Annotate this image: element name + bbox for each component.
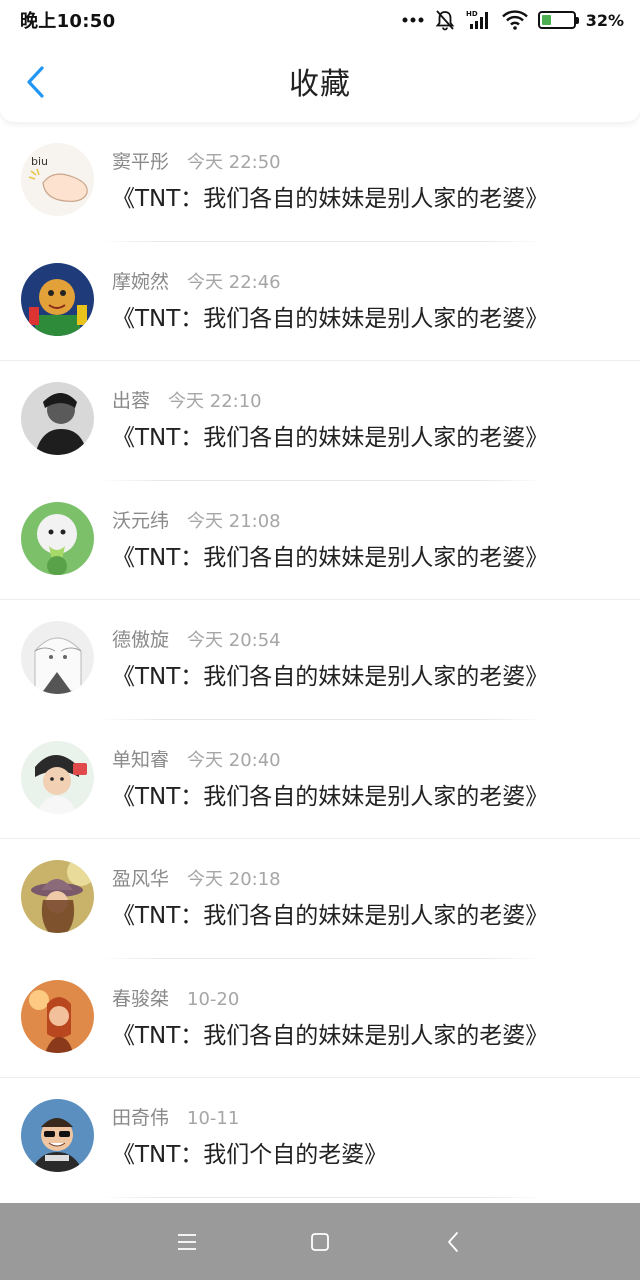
menu-icon — [177, 1233, 196, 1250]
back-nav-button[interactable] — [428, 1217, 478, 1267]
list-item[interactable]: 沃元纬 今天 21:08 《TNT：我们各自的妹妹是别人家的老婆》 — [0, 481, 640, 600]
hd-label: HD — [466, 10, 478, 18]
timestamp: 今天 22:50 — [187, 152, 281, 173]
back-chevron-icon — [448, 1231, 459, 1252]
user-name: 盈风华 — [112, 868, 170, 890]
favorite-title[interactable]: 《TNT：我们各自的妹妹是别人家的老婆》 — [112, 538, 548, 572]
favorite-title[interactable]: 《TNT：我们各自的妹妹是别人家的老婆》 — [112, 299, 548, 333]
list-item[interactable]: 春骏桀 10-20 《TNT：我们各自的妹妹是别人家的老婆》 — [0, 959, 640, 1078]
list-item[interactable]: 田奇伟 10-11 《TNT：我们个自的老婆》 — [0, 1078, 640, 1198]
user-name: 沃元纬 — [112, 509, 170, 532]
home-button[interactable] — [295, 1217, 345, 1267]
item-meta: 单知睿 今天 20:40 — [112, 745, 281, 772]
favorite-title[interactable]: 《TNT：我们各自的妹妹是别人家的老婆》 — [112, 1016, 548, 1050]
item-meta: 盈风华 今天 20:18 — [112, 864, 281, 891]
favorite-title[interactable]: 《TNT：我们各自的妹妹是别人家的老婆》 — [112, 657, 548, 691]
timestamp: 10-20 — [187, 988, 240, 1010]
timestamp: 10-11 — [187, 1108, 240, 1129]
home-square-icon — [311, 1232, 329, 1251]
timestamp: 今天 21:08 — [187, 510, 281, 532]
avatar[interactable] — [21, 740, 94, 814]
item-meta: 沃元纬 今天 21:08 — [112, 506, 281, 533]
wifi-icon — [501, 10, 528, 30]
favorite-title[interactable]: 《TNT：我们各自的妹妹是别人家的老婆》 — [112, 777, 548, 811]
timestamp: 今天 20:54 — [187, 630, 281, 651]
timestamp: 今天 22:10 — [168, 391, 262, 412]
back-button[interactable] — [16, 62, 56, 102]
item-meta: 摩婉然 今天 22:46 — [112, 267, 281, 294]
timestamp: 今天 22:46 — [187, 271, 281, 293]
status-time: 晚上10:50 — [20, 11, 116, 32]
avatar[interactable] — [21, 501, 94, 575]
battery-icon — [537, 11, 579, 29]
favorites-list: biu 窦平彤 今天 22:50 《TNT：我们各自的妹妹是别人家的老婆》 摩婉然 今天 … — [0, 122, 640, 1198]
list-item[interactable]: biu 窦平彤 今天 22:50 《TNT：我们各自的妹妹是别人家的老婆》 — [0, 122, 640, 242]
avatar[interactable] — [21, 979, 94, 1053]
list-item[interactable]: 出蓉 今天 22:10 《TNT：我们各自的妹妹是别人家的老婆》 — [0, 361, 640, 481]
list-item[interactable]: 德傲旋 今天 20:54 《TNT：我们各自的妹妹是别人家的老婆》 — [0, 600, 640, 720]
avatar-boy-image — [21, 740, 94, 814]
item-meta: 春骏桀 10-20 — [112, 984, 239, 1011]
divider — [100, 1196, 544, 1198]
avatar[interactable]: biu — [21, 143, 94, 216]
avatar-man-bw-image — [21, 382, 94, 455]
list-item[interactable]: 盈风华 今天 20:18 《TNT：我们各自的妹妹是别人家的老婆》 — [0, 839, 640, 959]
timestamp: 今天 20:40 — [187, 749, 281, 771]
menu-button[interactable] — [162, 1217, 212, 1267]
battery-percent: 32% — [585, 10, 624, 30]
user-name: 出蓉 — [112, 390, 151, 412]
signal-icon: HD — [466, 9, 492, 31]
item-meta: 窦平彤 今天 22:50 — [112, 147, 281, 174]
page-title: 收藏 — [289, 67, 351, 102]
svg-text:biu: biu — [31, 155, 48, 168]
avatar[interactable] — [21, 860, 94, 933]
avatar-sunset-girl-image — [21, 979, 94, 1053]
item-meta: 德傲旋 今天 20:54 — [112, 625, 281, 652]
user-name: 摩婉然 — [112, 270, 170, 293]
status-icons: HD 32% — [402, 9, 624, 31]
avatar-puppet-image — [21, 262, 94, 336]
user-name: 田奇伟 — [112, 1107, 170, 1129]
timestamp: 今天 20:18 — [187, 869, 281, 890]
item-meta: 田奇伟 10-11 — [112, 1103, 239, 1130]
system-nav-bar — [0, 1203, 640, 1280]
status-bar: 晚上10:50 HD 32% — [0, 0, 640, 40]
list-item[interactable]: 单知睿 今天 20:40 《TNT：我们各自的妹妹是别人家的老婆》 — [0, 720, 640, 839]
favorite-title[interactable]: 《TNT：我们个自的老婆》 — [112, 1135, 387, 1169]
favorite-title[interactable]: 《TNT：我们各自的妹妹是别人家的老婆》 — [112, 418, 548, 452]
user-name: 春骏桀 — [112, 987, 170, 1010]
list-item[interactable]: 摩婉然 今天 22:46 《TNT：我们各自的妹妹是别人家的老婆》 — [0, 242, 640, 361]
user-name: 窦平彤 — [112, 151, 170, 173]
avatar[interactable] — [21, 621, 94, 694]
item-meta: 出蓉 今天 22:10 — [112, 386, 262, 413]
app-header: 收藏 — [0, 40, 640, 122]
avatar-sunglasses-man-image — [21, 1099, 94, 1172]
chevron-left-icon — [27, 66, 44, 98]
avatar-hat-girl-image — [21, 860, 94, 933]
favorite-title[interactable]: 《TNT：我们各自的妹妹是别人家的老婆》 — [112, 896, 548, 930]
avatar[interactable] — [21, 262, 94, 336]
avatar[interactable] — [21, 382, 94, 455]
user-name: 单知睿 — [112, 748, 170, 771]
dots-icon — [402, 16, 424, 24]
bell-muted-icon — [434, 9, 456, 31]
avatar[interactable] — [21, 1099, 94, 1172]
favorite-title[interactable]: 《TNT：我们各自的妹妹是别人家的老婆》 — [112, 179, 548, 213]
avatar-anime-image — [21, 621, 94, 694]
avatar-green-toy-image — [21, 501, 94, 575]
user-name: 德傲旋 — [112, 629, 170, 651]
avatar-biu-hand-image: biu — [21, 143, 94, 216]
